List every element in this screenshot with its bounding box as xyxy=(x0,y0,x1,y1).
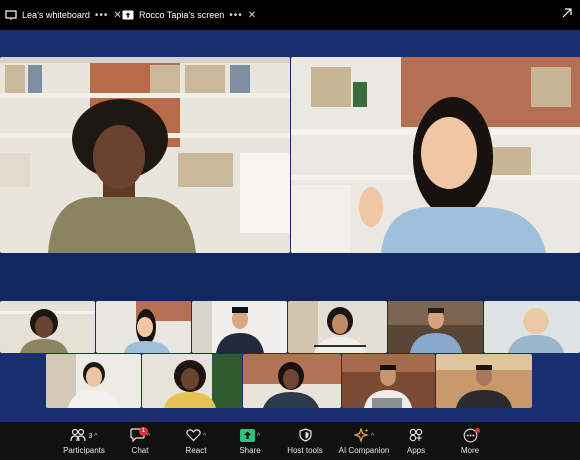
video-tile-large-1[interactable] xyxy=(0,57,290,253)
video-tile[interactable] xyxy=(388,301,483,353)
more-button[interactable]: More xyxy=(452,422,488,460)
shield-icon xyxy=(298,428,312,444)
share-arrow-icon xyxy=(239,428,255,444)
share-label: Share xyxy=(239,446,261,455)
tab-options-icon[interactable]: ••• xyxy=(95,10,109,21)
video-tile[interactable] xyxy=(96,301,191,353)
ai-companion-label: AI Companion xyxy=(338,446,390,455)
chevron-up-icon[interactable]: ^ xyxy=(371,433,374,440)
video-stage xyxy=(0,30,580,422)
video-tile[interactable] xyxy=(142,354,242,408)
apps-label: Apps xyxy=(406,446,426,455)
chat-label: Chat xyxy=(131,446,149,455)
video-tile[interactable] xyxy=(342,354,435,408)
ai-companion-button[interactable]: ^ AI Companion xyxy=(334,422,394,460)
video-tile[interactable] xyxy=(46,354,141,408)
sparkle-icon xyxy=(352,426,369,445)
react-button[interactable]: ^ React xyxy=(174,422,218,460)
chevron-up-icon[interactable]: ^ xyxy=(257,433,260,440)
participants-button[interactable]: 3 ^ Participants xyxy=(58,422,110,460)
top-tab-bar: Lea’s whiteboard ••• ✕ Rocco Tapia’s scr… xyxy=(0,0,580,30)
meeting-control-bar: 3 ^ Participants ^ 1 Chat ^ React ^ Shar… xyxy=(0,422,580,460)
heart-icon xyxy=(186,428,201,444)
participants-icon xyxy=(70,428,86,444)
tab-close-icon[interactable]: ✕ xyxy=(113,10,121,21)
participants-label: Participants xyxy=(63,446,105,455)
notification-dot xyxy=(474,428,480,433)
video-tile[interactable] xyxy=(436,354,532,408)
tab-screen-share[interactable]: Rocco Tapia’s screen ••• ✕ xyxy=(122,7,256,23)
stage-band xyxy=(0,253,580,301)
chat-unread-badge: 1 xyxy=(138,427,148,436)
video-tile[interactable] xyxy=(484,301,580,353)
apps-button[interactable]: Apps xyxy=(398,422,434,460)
video-tile[interactable] xyxy=(0,301,95,353)
chevron-up-icon[interactable]: ^ xyxy=(203,433,206,440)
host-tools-button[interactable]: Host tools xyxy=(282,422,328,460)
host-tools-label: Host tools xyxy=(287,446,323,455)
participant-count: 3 xyxy=(88,432,93,440)
share-button[interactable]: ^ Share xyxy=(228,422,272,460)
collapse-icon[interactable] xyxy=(560,6,574,20)
screen-share-icon xyxy=(122,10,134,20)
more-label: More xyxy=(460,446,480,455)
whiteboard-icon xyxy=(5,10,17,20)
video-tile[interactable] xyxy=(192,301,287,353)
react-label: React xyxy=(185,446,207,455)
chevron-up-icon[interactable]: ^ xyxy=(94,433,97,440)
apps-icon xyxy=(409,428,423,444)
video-tile[interactable] xyxy=(288,301,387,353)
chat-button[interactable]: ^ 1 Chat xyxy=(118,422,162,460)
tab-label: Rocco Tapia’s screen xyxy=(139,10,225,20)
video-tile[interactable] xyxy=(243,354,341,408)
video-tile-large-2[interactable] xyxy=(291,57,580,253)
tab-label: Lea’s whiteboard xyxy=(22,10,90,20)
tab-close-icon[interactable]: ✕ xyxy=(248,10,256,21)
tab-whiteboard[interactable]: Lea’s whiteboard ••• ✕ xyxy=(5,7,122,23)
tab-options-icon[interactable]: ••• xyxy=(229,10,243,21)
